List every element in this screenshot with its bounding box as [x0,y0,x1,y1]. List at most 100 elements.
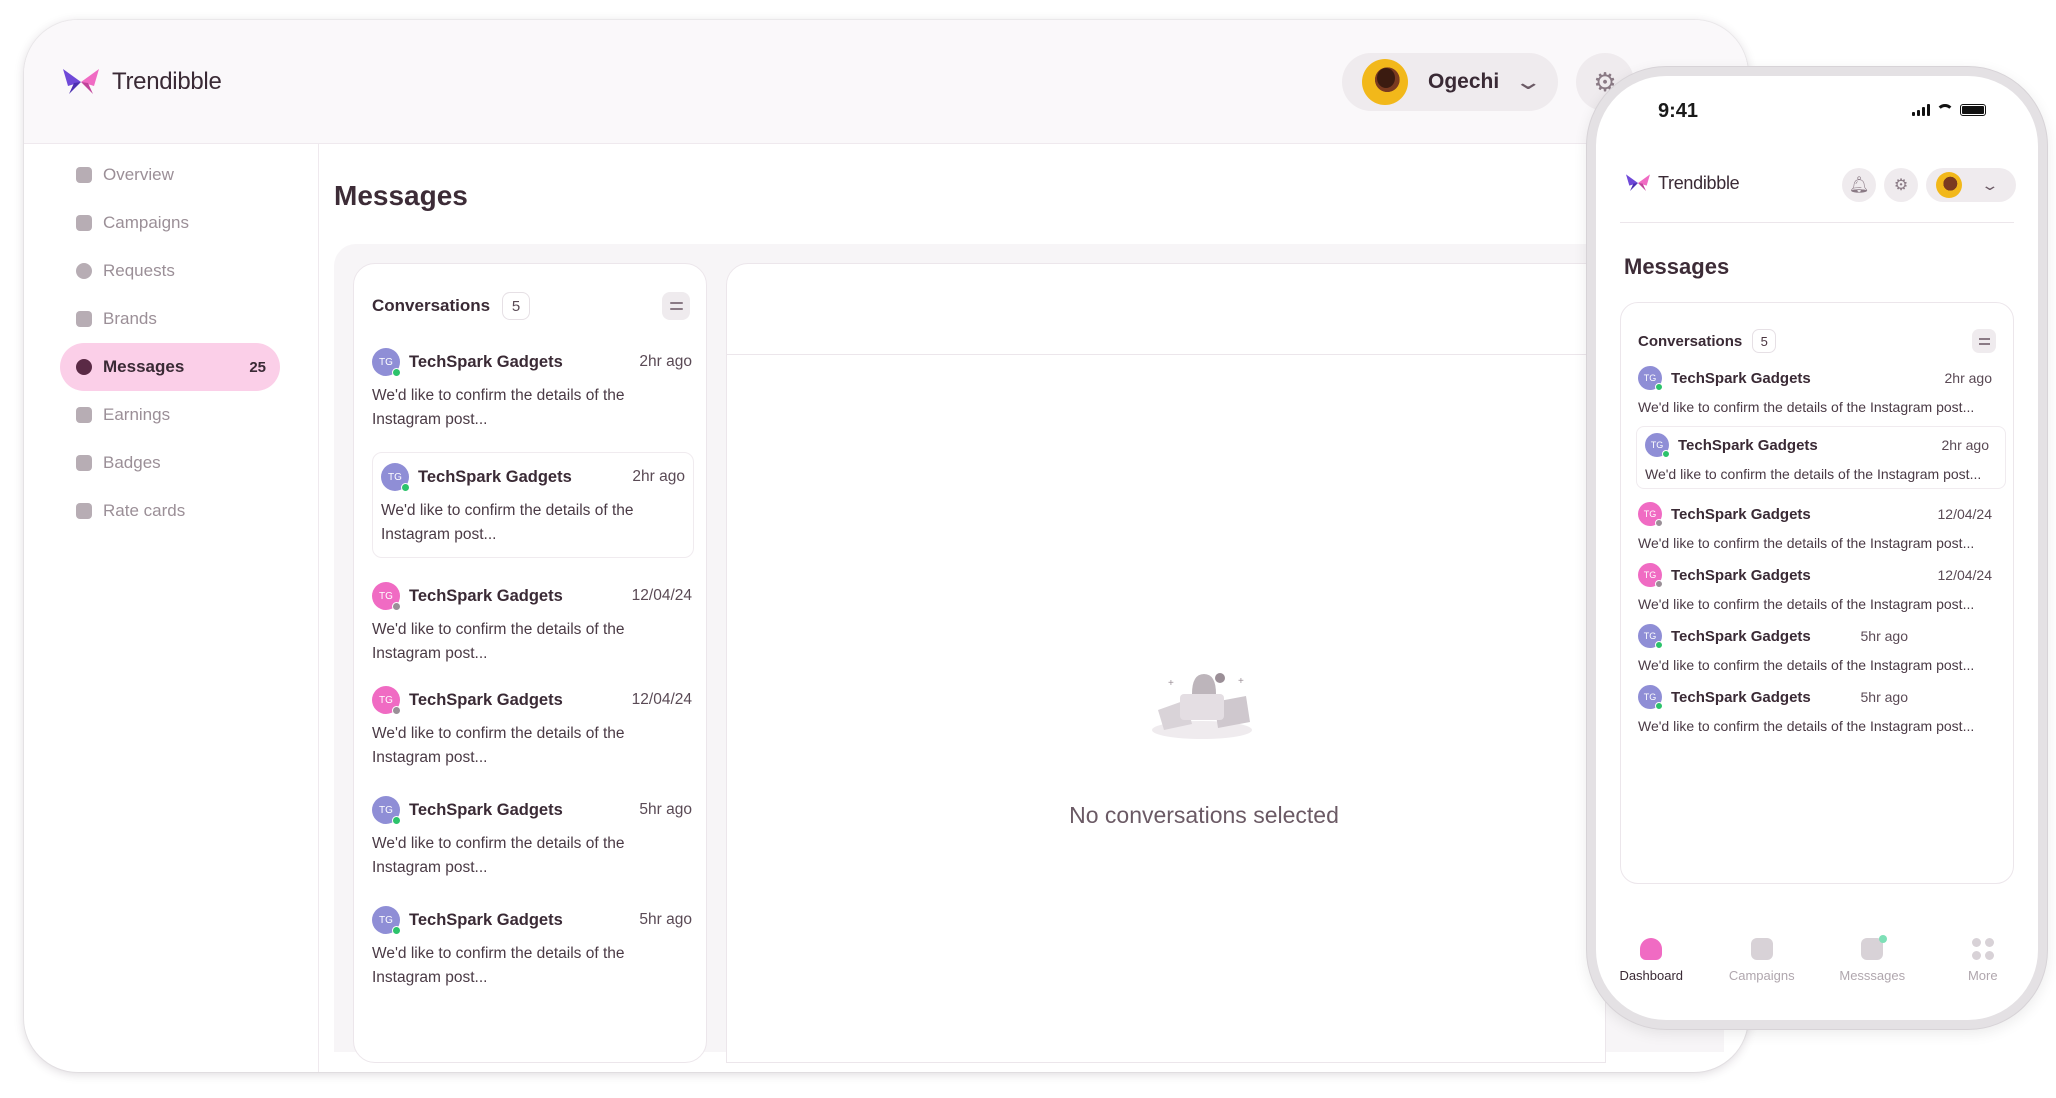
online-status-dot [1662,450,1670,458]
sidebar-item-label: Overview [103,165,174,184]
user-name: Ogechi [1428,70,1500,93]
phone-screen: 9:41 Trendibble 🔔︎ ⚙ ⌄ Messages Conversa… [1596,76,2038,1020]
sidebar-item-label: Rate cards [103,501,186,520]
chevron-down-icon: ⌄ [1980,176,2000,193]
sidebar-item-messages[interactable]: Messages 25 [60,343,280,391]
conversation-item[interactable]: TG TechSpark Gadgets 12/04/24 We'd like … [1638,563,2008,612]
empty-mailbox-icon: + + [1152,673,1252,739]
badge-icon [76,455,92,471]
conversation-item[interactable]: TG TechSpark Gadgets 5hr ago We'd like t… [1638,685,2008,734]
conversation-item[interactable]: TG TechSpark Gadgets 12/04/24 We'd like … [372,686,692,770]
filter-icon [669,302,683,304]
avatar: TG [1638,502,1663,527]
avatar: TG [372,348,401,377]
sidebar-item-overview[interactable]: Overview [60,151,280,199]
signal-icon [1912,104,1930,116]
conversation-detail-header [727,264,1605,355]
conversation-item[interactable]: TG TechSpark Gadgets 2hr ago We'd like t… [372,348,692,432]
online-status-dot [1655,702,1663,710]
sender-name: TechSpark Gadgets [409,910,563,929]
sender-name: TechSpark Gadgets [1671,369,1811,387]
unread-count-badge: 25 [249,358,266,376]
conversation-item[interactable]: TG TechSpark Gadgets 12/04/24 We'd like … [1638,502,2008,551]
divider [1620,222,2014,223]
message-preview: We'd like to confirm the details of the … [372,725,625,766]
conversation-item[interactable]: TG TechSpark Gadgets 12/04/24 We'd like … [372,582,692,666]
sidebar-item-campaigns[interactable]: Campaigns [60,199,280,247]
user-menu-button[interactable]: ⌄ [1926,168,2016,202]
conversation-item[interactable]: TG TechSpark Gadgets 5hr ago We'd like t… [372,906,692,990]
check-badge-icon [76,263,92,279]
tab-more[interactable]: More [1928,928,2039,1020]
status-bar-time: 9:41 [1658,100,1699,122]
avatar [1362,59,1408,105]
sidebar-item-label: Messages [103,357,185,376]
message-preview: We'd like to confirm the details of the … [1638,657,1975,673]
message-preview: We'd like to confirm the details of the … [372,835,625,876]
conversation-item[interactable]: TG TechSpark Gadgets 2hr ago We'd like t… [1638,366,2008,415]
status-bar-icons [1912,104,1986,116]
tab-messages[interactable]: Messsages [1817,928,1928,1020]
sidebar-item-requests[interactable]: Requests [60,247,280,295]
message-time: 2hr ago [639,353,692,370]
sender-name: TechSpark Gadgets [409,586,563,605]
message-time: 5hr ago [1860,628,1908,644]
avatar [1936,172,1962,198]
message-time: 2hr ago [1941,437,1989,453]
message-time: 12/04/24 [1937,567,1993,583]
sidebar-item-label: Requests [103,261,175,280]
settings-button[interactable]: ⚙ [1884,168,1918,202]
message-time: 5hr ago [1860,689,1908,705]
tab-dashboard[interactable]: Dashboard [1596,928,1707,1020]
offline-status-dot [1655,519,1663,527]
sidebar-item-badges[interactable]: Badges [60,439,280,487]
offline-status-dot [392,602,401,611]
message-preview: We'd like to confirm the details of the … [1638,535,1975,551]
app-logo[interactable]: Trendibble [60,66,222,98]
avatar: TG [1638,366,1663,391]
sender-name: TechSpark Gadgets [418,467,572,486]
bottom-tab-bar: Dashboard Campaigns Messsages More [1596,928,2038,1020]
sender-name: TechSpark Gadgets [1671,627,1811,645]
tab-label: More [1967,968,1998,983]
filter-button[interactable] [662,292,690,320]
message-preview: We'd like to confirm the details of the … [1638,596,1975,612]
conversation-item[interactable]: TG TechSpark Gadgets 5hr ago We'd like t… [1638,624,2008,673]
online-status-dot [392,368,401,377]
page-title: Messages [334,180,468,211]
conversation-item-selected[interactable]: TG TechSpark Gadgets 2hr ago We'd like t… [1636,426,2006,489]
avatar: TG [1645,433,1670,458]
message-preview: We'd like to confirm the details of the … [1645,466,1982,482]
message-preview: We'd like to confirm the details of the … [372,945,625,986]
message-time: 12/04/24 [631,691,692,708]
sender-name: TechSpark Gadgets [1671,566,1811,584]
tab-campaigns[interactable]: Campaigns [1707,928,1818,1020]
grid-dots-icon [1971,938,1994,960]
sidebar-item-rate-cards[interactable]: Rate cards [60,487,280,535]
svg-text:+: + [1238,676,1244,687]
wallet-icon [76,407,92,423]
online-status-dot [1655,383,1663,391]
filter-icon [1978,337,1990,340]
app-logo[interactable]: Trendibble [1624,172,1740,194]
user-menu-button[interactable]: Ogechi ⌄ [1342,53,1558,111]
conversation-item-selected[interactable]: TG TechSpark Gadgets 2hr ago We'd like t… [372,452,694,558]
bell-icon: 🔔︎ [1848,177,1870,194]
online-status-dot [392,926,401,935]
conversation-item[interactable]: TG TechSpark Gadgets 5hr ago We'd like t… [372,796,692,880]
notifications-button[interactable]: 🔔︎ [1842,168,1876,202]
battery-icon [1960,104,1986,116]
filter-button[interactable] [1972,329,1996,353]
message-icon [1861,935,1888,960]
avatar: TG [372,906,401,935]
sender-name: TechSpark Gadgets [1678,436,1818,454]
online-status-dot [392,816,401,825]
tab-label: Dashboard [1619,968,1684,983]
tab-label: Campaigns [1728,968,1795,983]
sidebar-item-brands[interactable]: Brands [60,295,280,343]
conversations-title: Conversations [1638,332,1743,350]
document-icon [76,503,92,519]
dashboard-icon [1640,938,1663,960]
conversations-panel: Conversations 5 TG TechSpark Gadgets 2hr… [353,263,707,1063]
sidebar-item-earnings[interactable]: Earnings [60,391,280,439]
